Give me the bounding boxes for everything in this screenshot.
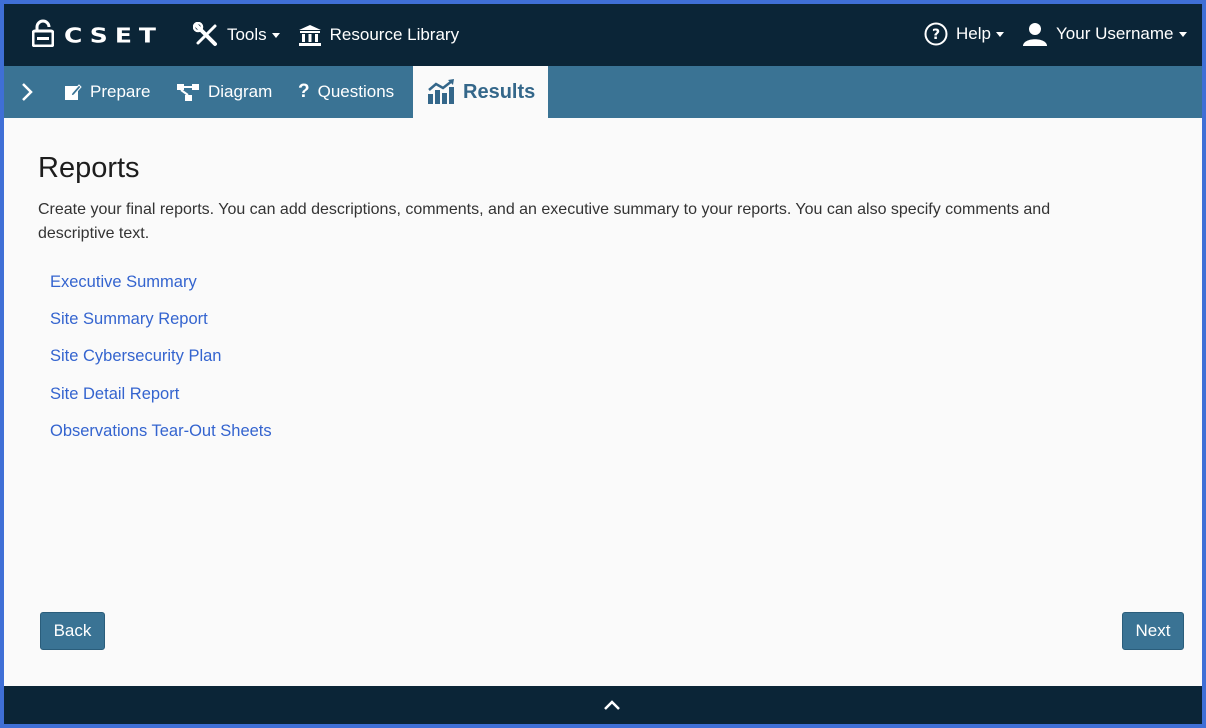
caret-down-icon (1178, 31, 1187, 37)
chart-trend-icon (427, 79, 455, 105)
username-label: Your Username (1056, 24, 1174, 43)
bank-icon (298, 24, 322, 46)
top-navbar: CSET Tools Resource Library ? Help Your … (4, 4, 1202, 66)
wrench-screwdriver-icon (192, 22, 219, 48)
chevron-up-icon[interactable] (602, 698, 622, 717)
tab-results[interactable]: Results (413, 66, 548, 118)
tab-prepare-label: Prepare (90, 82, 151, 101)
reports-page: Reports Create your final reports. You c… (38, 152, 1168, 458)
logo-text: CSET (64, 23, 163, 47)
report-link-site-summary[interactable]: Site Summary Report (50, 309, 1168, 346)
question-mark-icon: ? (298, 81, 310, 102)
tab-diagram-label: Diagram (208, 82, 273, 101)
resource-library-label: Resource Library (329, 25, 460, 44)
edit-icon (64, 83, 82, 101)
user-icon (1022, 22, 1048, 46)
help-label: Help (956, 24, 991, 43)
svg-text:?: ? (932, 27, 940, 43)
help-menu[interactable]: ? Help (924, 22, 1004, 46)
back-button[interactable]: Back (40, 612, 105, 650)
report-list: Executive Summary Site Summary Report Si… (50, 272, 1168, 458)
question-circle-icon: ? (924, 22, 948, 46)
report-link-executive-summary[interactable]: Executive Summary (50, 272, 1168, 309)
tools-label: Tools (226, 25, 267, 44)
network-icon (176, 82, 200, 102)
tab-results-label: Results (463, 80, 536, 103)
page-intro: Create your final reports. You can add d… (38, 201, 1051, 242)
tab-prepare[interactable]: Prepare (64, 66, 150, 118)
page-title: Reports (38, 152, 140, 184)
report-link-site-detail[interactable]: Site Detail Report (50, 384, 1168, 421)
report-link-observations-tear-out[interactable]: Observations Tear-Out Sheets (50, 421, 1168, 458)
footer-bar (4, 686, 1202, 724)
report-link-cybersecurity-plan[interactable]: Site Cybersecurity Plan (50, 346, 1168, 383)
resource-library-link[interactable]: Resource Library (298, 24, 459, 46)
chevron-right-icon (18, 83, 36, 108)
app-frame: CSET Tools Resource Library ? Help Your … (0, 0, 1206, 728)
user-menu[interactable]: Your Username (1022, 22, 1187, 46)
sidebar-toggle[interactable] (18, 80, 38, 104)
tab-questions[interactable]: ? Questions (298, 66, 394, 118)
padlock-icon (31, 19, 55, 52)
tools-menu[interactable]: Tools (192, 22, 280, 48)
caret-down-icon (271, 32, 280, 38)
cset-logo[interactable]: CSET (31, 4, 163, 66)
caret-down-icon (995, 31, 1004, 37)
workflow-tabbar: Prepare Diagram ? Questions Results (4, 66, 1202, 118)
tab-diagram[interactable]: Diagram (176, 66, 272, 118)
tab-questions-label: Questions (317, 82, 395, 101)
next-button[interactable]: Next (1122, 612, 1184, 650)
